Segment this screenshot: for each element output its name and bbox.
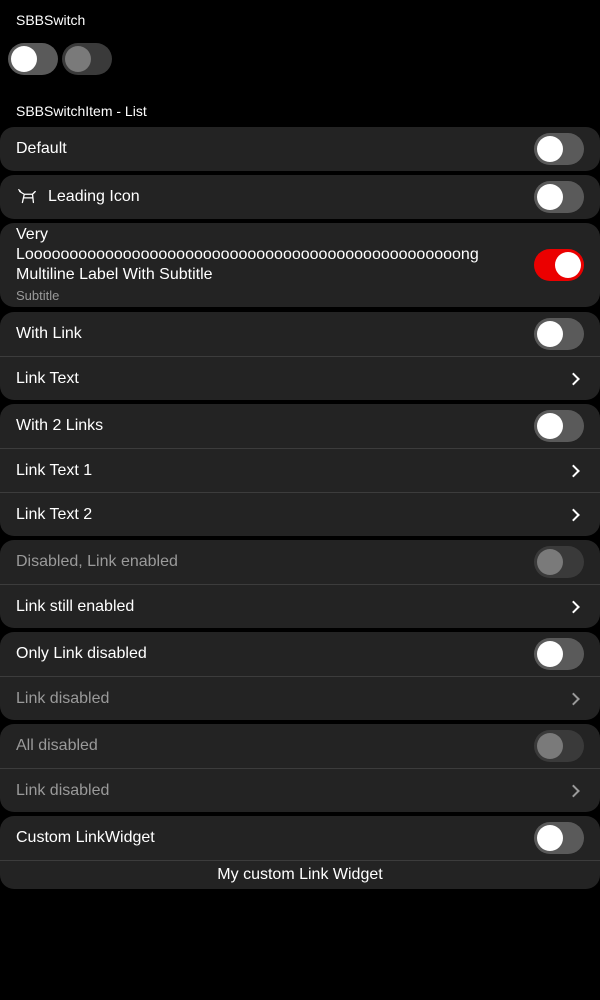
- group-all-disabled: All disabled Link disabled: [0, 724, 600, 812]
- link-row[interactable]: Link still enabled: [0, 584, 600, 628]
- custom-link-widget[interactable]: My custom Link Widget: [0, 860, 600, 889]
- link-row-2[interactable]: Link Text 2: [0, 492, 600, 536]
- switch-disabled-off: [62, 43, 112, 75]
- switch-item-toggle[interactable]: [534, 318, 584, 350]
- standalone-switches: [8, 43, 112, 75]
- link-row-disabled: Link disabled: [0, 676, 600, 720]
- switch-item-label: All disabled: [16, 737, 98, 754]
- switch-item-toggle[interactable]: [534, 133, 584, 165]
- switch-item-disabled: Disabled, Link enabled: [0, 540, 600, 584]
- switch-item-toggle: [534, 730, 584, 762]
- link-label: Link Text: [16, 369, 79, 387]
- switch-item-label: With 2 Links: [16, 417, 104, 434]
- switch-item-label: Default: [16, 140, 67, 157]
- switch-item-toggle[interactable]: [534, 181, 584, 213]
- switch-knob: [537, 321, 563, 347]
- switch-knob: [65, 46, 91, 72]
- group-with-2-links: With 2 Links Link Text 1 Link Text 2: [0, 404, 600, 536]
- link-label: Link still enabled: [16, 597, 135, 615]
- link-row[interactable]: Link Text: [0, 356, 600, 400]
- switch-knob: [555, 252, 581, 278]
- link-label: Link disabled: [16, 689, 110, 707]
- dog-walking-icon: [18, 189, 36, 204]
- page: SBBSwitch SBBSwitchItem - List Default L…: [0, 0, 600, 1000]
- section-title-sbbswitch: SBBSwitch: [16, 12, 86, 28]
- switch-item-multiline[interactable]: Very Loooooooooooooooooooooooooooooooooo…: [0, 223, 600, 307]
- switch-item-label: Leading Icon: [48, 188, 140, 205]
- switch-item-subtitle: Subtitle: [16, 287, 60, 303]
- link-label: Link Text 2: [16, 505, 93, 523]
- switch-item-label: Custom LinkWidget: [16, 829, 155, 846]
- switch-knob: [537, 413, 563, 439]
- switch-item-toggle[interactable]: [534, 410, 584, 442]
- switch-enabled-off[interactable]: [8, 43, 58, 75]
- switch-knob: [537, 641, 563, 667]
- switch-item-only-link-disabled[interactable]: Only Link disabled: [0, 632, 600, 676]
- group-disabled-link-enabled: Disabled, Link enabled Link still enable…: [0, 540, 600, 628]
- switch-item-toggle[interactable]: [534, 249, 584, 281]
- switch-knob: [537, 549, 563, 575]
- switch-knob: [11, 46, 37, 72]
- switch-knob: [537, 136, 563, 162]
- section-title-switch-item-list: SBBSwitchItem - List: [16, 103, 147, 119]
- link-row-1[interactable]: Link Text 1: [0, 448, 600, 492]
- switch-knob: [537, 733, 563, 759]
- switch-knob: [537, 184, 563, 210]
- group-default: Default: [0, 127, 600, 171]
- group-leading-icon: Leading Icon: [0, 175, 600, 219]
- switch-item-label: Disabled, Link enabled: [16, 553, 178, 570]
- switch-item-with-link[interactable]: With Link: [0, 312, 600, 356]
- link-row-disabled: Link disabled: [0, 768, 600, 812]
- switch-knob: [537, 825, 563, 851]
- link-label: Link disabled: [16, 781, 110, 799]
- switch-item-label: Very Loooooooooooooooooooooooooooooooooo…: [16, 225, 479, 283]
- switch-item-default[interactable]: Default: [0, 127, 600, 171]
- switch-item-toggle[interactable]: [534, 638, 584, 670]
- group-custom-link-widget: Custom LinkWidget My custom Link Widget: [0, 816, 600, 889]
- switch-item-toggle[interactable]: [534, 822, 584, 854]
- switch-item-leading-icon[interactable]: Leading Icon: [0, 175, 600, 219]
- switch-item-with-2-links[interactable]: With 2 Links: [0, 404, 600, 448]
- switch-item-toggle: [534, 546, 584, 578]
- switch-item-label: With Link: [16, 325, 82, 342]
- switch-item-custom-link[interactable]: Custom LinkWidget: [0, 816, 600, 860]
- switch-item-all-disabled: All disabled: [0, 724, 600, 768]
- group-only-link-disabled: Only Link disabled Link disabled: [0, 632, 600, 720]
- link-label: Link Text 1: [16, 461, 93, 479]
- group-multiline: Very Loooooooooooooooooooooooooooooooooo…: [0, 223, 600, 307]
- group-with-link: With Link Link Text: [0, 312, 600, 400]
- switch-item-label: Only Link disabled: [16, 645, 147, 662]
- switch-item-text-block: Very Loooooooooooooooooooooooooooooooooo…: [16, 225, 584, 306]
